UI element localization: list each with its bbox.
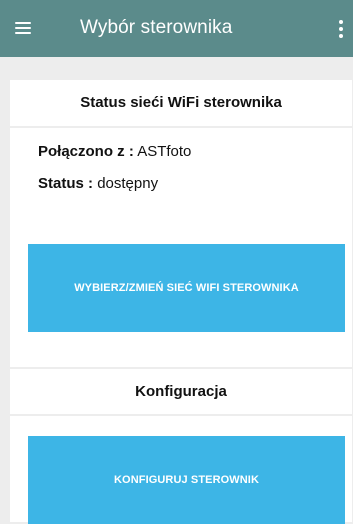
status-label: Status : <box>38 175 94 192</box>
wifi-status-card: Połączono z : ASTfoto Status : dostępny … <box>10 128 352 367</box>
connected-line: Połączono z : ASTfoto <box>38 143 191 160</box>
wifi-status-title: Status sieći WiFi sterownika <box>80 94 282 111</box>
status-value: dostępny <box>97 175 159 192</box>
connected-value: ASTfoto <box>137 143 192 160</box>
change-wifi-button[interactable]: WYBIERZ/ZMIEŃ SIEĆ WIFI STEROWNIKA <box>28 244 345 332</box>
more-vert-icon[interactable] <box>329 17 353 41</box>
wifi-status-header-card: Status sieći WiFi sterownika <box>10 80 352 126</box>
connected-label: Połączono z : <box>38 143 134 160</box>
app-bar-title: Wybór sterownika <box>80 17 233 38</box>
app-bar: Wybór sterownika <box>0 0 353 57</box>
configuration-card: KONFIGURUJ STEROWNIK <box>10 416 352 524</box>
status-line: Status : dostępny <box>38 175 158 192</box>
configure-controller-button[interactable]: KONFIGURUJ STEROWNIK <box>28 436 345 524</box>
hamburger-menu-icon[interactable] <box>12 19 34 37</box>
configuration-header-card: Konfiguracja <box>10 369 352 414</box>
configuration-title: Konfiguracja <box>135 383 227 400</box>
